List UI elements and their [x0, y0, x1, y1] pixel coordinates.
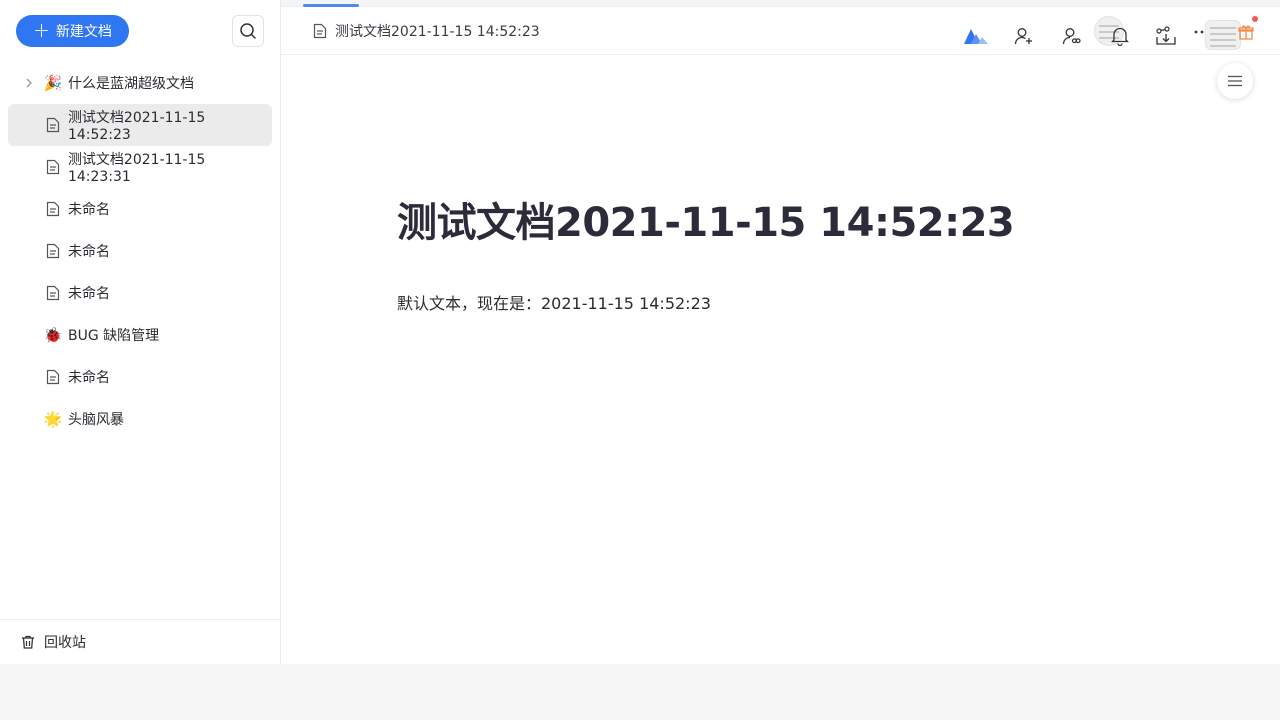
- document-icon: [44, 242, 62, 260]
- tree-item[interactable]: 未命名: [8, 356, 272, 398]
- bottom-background: [0, 664, 1280, 720]
- document-tree: 🎉 什么是蓝湖超级文档 测试文档2021-11-15 14:52:23 测试文档…: [8, 62, 272, 440]
- top-bar: 测试文档2021-11-15 14:52:23: [281, 0, 1280, 55]
- tree-item-label: 未命名: [68, 370, 110, 386]
- new-document-button[interactable]: + 新建文档: [16, 15, 129, 47]
- party-popper-icon: 🎉: [43, 74, 63, 92]
- user-link-icon: [1062, 28, 1081, 45]
- lanhu-logo-icon: [964, 29, 988, 44]
- gift-icon: [1238, 25, 1254, 40]
- share-link-button[interactable]: [1058, 22, 1086, 50]
- trash-icon: [22, 635, 34, 649]
- document-icon: [44, 200, 62, 218]
- tree-item-label: 头脑风暴: [68, 412, 124, 428]
- tree-item-label: 未命名: [68, 286, 110, 302]
- outline-button[interactable]: [1217, 63, 1253, 99]
- share-download-icon: [1156, 26, 1176, 45]
- document-title[interactable]: 测试文档2021-11-15 14:52:23: [397, 190, 1015, 248]
- tree-item-label: 测试文档2021-11-15 14:52:23: [67, 110, 206, 143]
- gift-button[interactable]: [1232, 18, 1260, 46]
- document-icon: [313, 23, 327, 39]
- chevron-right-icon[interactable]: [22, 76, 36, 90]
- notifications-button[interactable]: [1106, 22, 1134, 50]
- bell-icon: [1111, 27, 1129, 46]
- tree-item-label: 未命名: [68, 244, 110, 260]
- ladybug-icon: 🐞: [43, 326, 63, 344]
- breadcrumb-title: 测试文档2021-11-15 14:52:23: [335, 24, 540, 40]
- plus-icon: +: [33, 18, 50, 42]
- document-icon: [44, 284, 62, 302]
- tree-item[interactable]: 测试文档2021-11-15 14:52:23: [8, 104, 272, 146]
- trash-label: 回收站: [44, 635, 86, 651]
- tree-item[interactable]: 未命名: [8, 272, 272, 314]
- document-body-text[interactable]: 默认文本，现在是：2021-11-15 14:52:23: [397, 290, 711, 314]
- active-tab-indicator: [303, 4, 359, 7]
- new-document-label: 新建文档: [55, 24, 112, 40]
- document-icon: [44, 116, 62, 134]
- breadcrumb: 测试文档2021-11-15 14:52:23: [313, 20, 540, 42]
- add-user-icon: [1014, 28, 1032, 45]
- tree-item[interactable]: 未命名: [8, 188, 272, 230]
- document-icon: [44, 368, 62, 386]
- sidebar: + 新建文档 🎉 什么是蓝湖超级文档 测试文档2021-11-15 14:52:…: [0, 0, 281, 664]
- notification-dot: [1252, 16, 1258, 22]
- share-button[interactable]: [1152, 22, 1180, 50]
- add-member-button[interactable]: [1010, 22, 1038, 50]
- trash-link[interactable]: 回收站: [0, 619, 280, 664]
- menu-lines-icon: [1228, 75, 1242, 87]
- app-window: + 新建文档 🎉 什么是蓝湖超级文档 测试文档2021-11-15 14:52:…: [0, 0, 1280, 664]
- tree-item-label: 未命名: [68, 202, 110, 218]
- tree-item[interactable]: 🐞 BUG 缺陷管理: [8, 314, 272, 356]
- tree-item[interactable]: 🌟 头脑风暴: [8, 398, 272, 440]
- tree-item[interactable]: 测试文档2021-11-15 14:23:31: [8, 146, 272, 188]
- search-button[interactable]: [232, 15, 264, 47]
- tree-item-label: 什么是蓝湖超级文档: [68, 76, 194, 92]
- tree-item-label: 测试文档2021-11-15 14:23:31: [67, 152, 206, 185]
- tab-strip: [281, 0, 1280, 7]
- tree-item[interactable]: 未命名: [8, 230, 272, 272]
- tree-item-label: BUG 缺陷管理: [68, 328, 160, 344]
- sparkle-icon: 🌟: [43, 410, 63, 428]
- tree-item[interactable]: 🎉 什么是蓝湖超级文档: [8, 62, 272, 104]
- lanhu-logo-button[interactable]: [962, 22, 990, 50]
- search-icon: [240, 23, 256, 39]
- document-icon: [44, 158, 62, 176]
